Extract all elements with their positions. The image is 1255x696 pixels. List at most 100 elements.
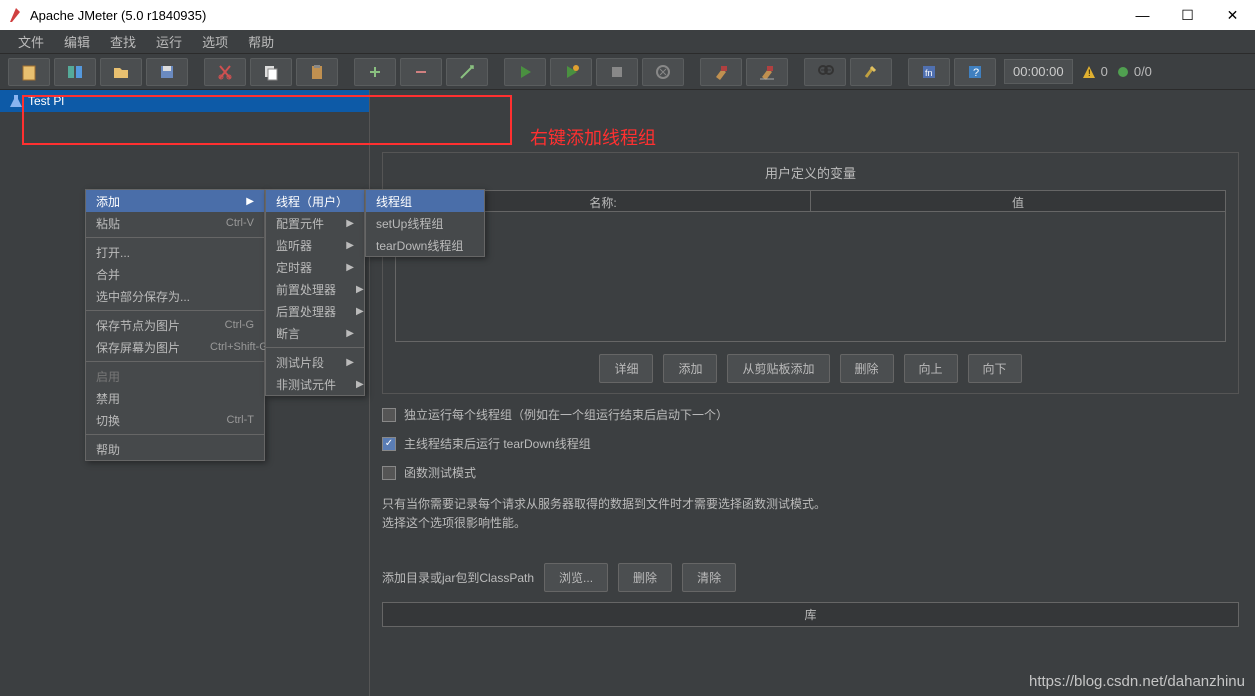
menu-item[interactable]: 打开...	[86, 241, 264, 263]
window-titlebar: Apache JMeter (5.0 r1840935) — ☐ ✕	[0, 0, 1255, 30]
btn-delete-jar[interactable]: 删除	[618, 563, 672, 592]
menu-item[interactable]: 监听器▶	[266, 234, 364, 256]
tb-open[interactable]	[100, 58, 142, 86]
checkbox-icon[interactable]	[382, 466, 396, 480]
tb-templates[interactable]	[54, 58, 96, 86]
user-vars-section: 用户定义的变量 名称: 值 详细 添加 从剪贴板添加 删除 向上 向下	[382, 152, 1239, 394]
elapsed-timer: 00:00:00	[1004, 59, 1073, 84]
close-button[interactable]: ✕	[1210, 0, 1255, 30]
annotation-text: 右键添加线程组	[530, 124, 656, 150]
tb-start-notimer[interactable]	[550, 58, 592, 86]
tb-shutdown[interactable]	[642, 58, 684, 86]
svg-text:!: !	[1088, 68, 1091, 78]
menu-item[interactable]: 线程（用户）▶	[266, 190, 364, 212]
menu-item[interactable]: 非测试元件▶	[266, 373, 364, 395]
check-functional[interactable]: 函数测试模式	[382, 464, 1239, 481]
context-menu-main: 添加▶粘贴Ctrl-V 打开...合并选中部分保存为... 保存节点为图片Ctrl-…	[85, 189, 265, 461]
section-title: 用户定义的变量	[395, 163, 1226, 182]
tb-stop[interactable]	[596, 58, 638, 86]
tb-start[interactable]	[504, 58, 546, 86]
check-teardown[interactable]: 主线程结束后运行 tearDown线程组	[382, 435, 1239, 452]
menu-run[interactable]: 运行	[146, 29, 192, 54]
tb-copy[interactable]	[250, 58, 292, 86]
svg-text:fn: fn	[925, 68, 933, 78]
tb-save[interactable]	[146, 58, 188, 86]
check-run-serial[interactable]: 独立运行每个线程组（例如在一个组运行结束后启动下一个）	[382, 406, 1239, 423]
menu-item[interactable]: 禁用	[86, 387, 264, 409]
table-header: 名称: 值	[395, 190, 1226, 212]
btn-add[interactable]: 添加	[663, 354, 717, 383]
menu-item[interactable]: 启用	[86, 365, 264, 387]
tb-help[interactable]: ?	[954, 58, 996, 86]
btn-down[interactable]: 向下	[968, 354, 1022, 383]
maximize-button[interactable]: ☐	[1165, 0, 1210, 30]
flask-icon	[8, 93, 24, 109]
watermark: https://blog.csdn.net/dahanzhinu	[1029, 673, 1245, 690]
tb-toggle[interactable]	[446, 58, 488, 86]
svg-text:?: ?	[973, 67, 979, 79]
right-panel: : 用户定义的变量 名称: 值 详细 添加 从剪贴板添加 删除 向上 向下	[370, 90, 1255, 696]
menubar: 文件 编辑 查找 运行 选项 帮助	[0, 30, 1255, 54]
table-body[interactable]	[395, 212, 1226, 342]
tb-function[interactable]: fn	[908, 58, 950, 86]
classpath-section: 添加目录或jar包到ClassPath 浏览... 删除 清除 库	[382, 563, 1239, 627]
btn-clear-jar[interactable]: 清除	[682, 563, 736, 592]
table-button-row: 详细 添加 从剪贴板添加 删除 向上 向下	[395, 354, 1226, 383]
main-area: Test Pl 添加▶粘贴Ctrl-V 打开...合并选中部分保存为... 保存节点…	[0, 90, 1255, 696]
btn-up[interactable]: 向上	[904, 354, 958, 383]
menu-file[interactable]: 文件	[8, 29, 54, 54]
lib-header: 库	[382, 602, 1239, 627]
btn-detail[interactable]: 详细	[599, 354, 653, 383]
btn-from-clipboard[interactable]: 从剪贴板添加	[727, 354, 829, 383]
toolbar: fn ? 00:00:00 !0 0/0	[0, 54, 1255, 90]
jmeter-logo-icon	[8, 6, 22, 24]
minimize-button[interactable]: —	[1120, 0, 1165, 30]
menu-item[interactable]: 测试片段▶	[266, 351, 364, 373]
menu-item[interactable]: 粘贴Ctrl-V	[86, 212, 264, 234]
tb-cut[interactable]	[204, 58, 246, 86]
tree-panel: Test Pl 添加▶粘贴Ctrl-V 打开...合并选中部分保存为... 保存节点…	[0, 90, 370, 696]
menu-edit[interactable]: 编辑	[54, 29, 100, 54]
window-title: Apache JMeter (5.0 r1840935)	[30, 8, 206, 23]
error-counter: 0/0	[1116, 64, 1152, 79]
menu-item[interactable]: 定时器▶	[266, 256, 364, 278]
btn-delete[interactable]: 删除	[840, 354, 894, 383]
menu-help[interactable]: 帮助	[238, 29, 284, 54]
menu-item[interactable]: 选中部分保存为...	[86, 285, 264, 307]
thread-count-icon	[1116, 65, 1130, 79]
menu-options[interactable]: 选项	[192, 29, 238, 54]
menu-item[interactable]: 帮助	[86, 438, 264, 460]
tb-paste[interactable]	[296, 58, 338, 86]
menu-item[interactable]: 后置处理器▶	[266, 300, 364, 322]
functional-hint: 只有当你需要记录每个请求从服务器取得的数据到文件时才需要选择函数测试模式。 选择…	[382, 495, 1239, 533]
btn-browse[interactable]: 浏览...	[544, 563, 608, 592]
tb-search[interactable]	[804, 58, 846, 86]
tb-reset-search[interactable]	[850, 58, 892, 86]
col-value: 值	[811, 191, 1225, 211]
tree-item-testplan[interactable]: Test Pl	[0, 90, 369, 112]
tb-new[interactable]	[8, 58, 50, 86]
tb-expand[interactable]	[354, 58, 396, 86]
warning-counter: !0	[1081, 64, 1108, 80]
tb-clear-all[interactable]	[746, 58, 788, 86]
menu-item[interactable]: 配置元件▶	[266, 212, 364, 234]
menu-item[interactable]: 添加▶	[86, 190, 264, 212]
checkbox-icon[interactable]	[382, 437, 396, 451]
menu-item[interactable]: setUp线程组	[366, 212, 484, 234]
menu-item[interactable]: 切换Ctrl-T	[86, 409, 264, 431]
tb-collapse[interactable]	[400, 58, 442, 86]
menu-item[interactable]: 断言▶	[266, 322, 364, 344]
checkbox-icon[interactable]	[382, 408, 396, 422]
tb-clear[interactable]	[700, 58, 742, 86]
menu-item[interactable]: 保存屏幕为图片Ctrl+Shift-G	[86, 336, 264, 358]
menu-item[interactable]: 合并	[86, 263, 264, 285]
menu-item[interactable]: 保存节点为图片Ctrl-G	[86, 314, 264, 336]
menu-item[interactable]: 线程组	[366, 190, 484, 212]
warning-icon: !	[1081, 64, 1097, 80]
menu-item[interactable]: tearDown线程组	[366, 234, 484, 256]
window-controls: — ☐ ✕	[1120, 0, 1255, 30]
context-menu-threads: 线程组setUp线程组tearDown线程组	[365, 189, 485, 257]
menu-item[interactable]: 前置处理器▶	[266, 278, 364, 300]
classpath-label: 添加目录或jar包到ClassPath	[382, 569, 534, 586]
menu-find[interactable]: 查找	[100, 29, 146, 54]
